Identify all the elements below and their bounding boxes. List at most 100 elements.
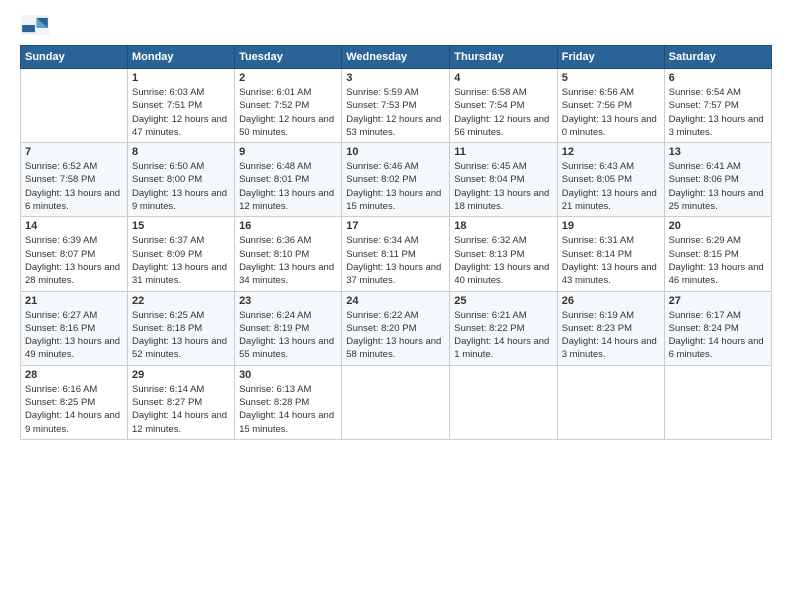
calendar-day-cell: 14Sunrise: 6:39 AMSunset: 8:07 PMDayligh… <box>21 217 128 291</box>
calendar-day-cell: 24 Sunrise: 6:22 AMSunset: 8:20 PMDayligh… <box>342 291 450 365</box>
calendar-day-cell: 1 Sunrise: 6:03 AMSunset: 7:51 PMDaylight… <box>127 69 234 143</box>
calendar-day-cell <box>664 365 771 439</box>
day-of-week-header: Friday <box>557 46 664 69</box>
day-number: 16 <box>239 220 337 232</box>
calendar-header-row: SundayMondayTuesdayWednesdayThursdayFrid… <box>21 46 772 69</box>
calendar-day-cell: 11 Sunrise: 6:45 AMSunset: 8:04 PMDayligh… <box>450 143 557 217</box>
calendar-day-cell: 26 Sunrise: 6:19 AMSunset: 8:23 PMDayligh… <box>557 291 664 365</box>
page-container: SundayMondayTuesdayWednesdayThursdayFrid… <box>0 0 792 450</box>
calendar-day-cell: 13 Sunrise: 6:41 AMSunset: 8:06 PMDayligh… <box>664 143 771 217</box>
day-info: Sunrise: 6:46 AMSunset: 8:02 PMDaylight:… <box>346 160 445 213</box>
calendar-day-cell <box>21 69 128 143</box>
day-of-week-header: Sunday <box>21 46 128 69</box>
day-info: Sunrise: 6:21 AMSunset: 8:22 PMDaylight:… <box>454 309 552 362</box>
calendar-day-cell: 5 Sunrise: 6:56 AMSunset: 7:56 PMDaylight… <box>557 69 664 143</box>
day-number: 25 <box>454 295 552 307</box>
calendar-day-cell: 27 Sunrise: 6:17 AMSunset: 8:24 PMDayligh… <box>664 291 771 365</box>
day-info: Sunrise: 5:59 AMSunset: 7:53 PMDaylight:… <box>346 86 445 139</box>
day-number: 26 <box>562 295 660 307</box>
day-number: 22 <box>132 295 230 307</box>
day-number: 2 <box>239 72 337 84</box>
calendar-day-cell: 8 Sunrise: 6:50 AMSunset: 8:00 PMDaylight… <box>127 143 234 217</box>
calendar-day-cell: 30 Sunrise: 6:13 AMSunset: 8:28 PMDayligh… <box>235 365 342 439</box>
day-number: 17 <box>346 220 445 232</box>
calendar-day-cell: 19 Sunrise: 6:31 AMSunset: 8:14 PMDayligh… <box>557 217 664 291</box>
day-number: 11 <box>454 146 552 158</box>
day-of-week-header: Thursday <box>450 46 557 69</box>
day-info: Sunrise: 6:41 AMSunset: 8:06 PMDaylight:… <box>669 160 767 213</box>
day-number: 30 <box>239 369 337 381</box>
calendar-week-row: 7 Sunrise: 6:52 AMSunset: 7:58 PMDaylight… <box>21 143 772 217</box>
calendar-day-cell: 16 Sunrise: 6:36 AMSunset: 8:10 PMDayligh… <box>235 217 342 291</box>
day-info: Sunrise: 6:45 AMSunset: 8:04 PMDaylight:… <box>454 160 552 213</box>
day-info: Sunrise: 6:13 AMSunset: 8:28 PMDaylight:… <box>239 383 337 436</box>
day-number: 20 <box>669 220 767 232</box>
day-info: Sunrise: 6:03 AMSunset: 7:51 PMDaylight:… <box>132 86 230 139</box>
calendar-week-row: 21 Sunrise: 6:27 AMSunset: 8:16 PMDayligh… <box>21 291 772 365</box>
calendar-day-cell: 10 Sunrise: 6:46 AMSunset: 8:02 PMDayligh… <box>342 143 450 217</box>
day-info: Sunrise: 6:25 AMSunset: 8:18 PMDaylight:… <box>132 309 230 362</box>
day-info: Sunrise: 6:24 AMSunset: 8:19 PMDaylight:… <box>239 309 337 362</box>
calendar-day-cell: 3 Sunrise: 5:59 AMSunset: 7:53 PMDaylight… <box>342 69 450 143</box>
day-of-week-header: Wednesday <box>342 46 450 69</box>
calendar-day-cell: 20Sunrise: 6:29 AMSunset: 8:15 PMDayligh… <box>664 217 771 291</box>
day-number: 8 <box>132 146 230 158</box>
day-info: Sunrise: 6:17 AMSunset: 8:24 PMDaylight:… <box>669 309 767 362</box>
day-number: 3 <box>346 72 445 84</box>
calendar-day-cell <box>342 365 450 439</box>
calendar-week-row: 1 Sunrise: 6:03 AMSunset: 7:51 PMDaylight… <box>21 69 772 143</box>
calendar-day-cell: 9 Sunrise: 6:48 AMSunset: 8:01 PMDaylight… <box>235 143 342 217</box>
calendar-day-cell <box>557 365 664 439</box>
day-number: 28 <box>25 369 123 381</box>
day-number: 12 <box>562 146 660 158</box>
day-info: Sunrise: 6:52 AMSunset: 7:58 PMDaylight:… <box>25 160 123 213</box>
calendar-day-cell <box>450 365 557 439</box>
day-number: 18 <box>454 220 552 232</box>
day-number: 27 <box>669 295 767 307</box>
day-info: Sunrise: 6:50 AMSunset: 8:00 PMDaylight:… <box>132 160 230 213</box>
day-info: Sunrise: 6:56 AMSunset: 7:56 PMDaylight:… <box>562 86 660 139</box>
calendar-day-cell: 21 Sunrise: 6:27 AMSunset: 8:16 PMDayligh… <box>21 291 128 365</box>
day-number: 21 <box>25 295 123 307</box>
day-of-week-header: Monday <box>127 46 234 69</box>
day-number: 10 <box>346 146 445 158</box>
calendar-week-row: 14Sunrise: 6:39 AMSunset: 8:07 PMDayligh… <box>21 217 772 291</box>
calendar-day-cell: 2Sunrise: 6:01 AMSunset: 7:52 PMDaylight… <box>235 69 342 143</box>
calendar-day-cell: 4 Sunrise: 6:58 AMSunset: 7:54 PMDaylight… <box>450 69 557 143</box>
day-info: Sunrise: 6:27 AMSunset: 8:16 PMDaylight:… <box>25 309 123 362</box>
calendar-day-cell: 15Sunrise: 6:37 AMSunset: 8:09 PMDayligh… <box>127 217 234 291</box>
day-number: 19 <box>562 220 660 232</box>
day-info: Sunrise: 6:54 AMSunset: 7:57 PMDaylight:… <box>669 86 767 139</box>
day-info: Sunrise: 6:36 AMSunset: 8:10 PMDaylight:… <box>239 234 337 287</box>
day-info: Sunrise: 6:22 AMSunset: 8:20 PMDaylight:… <box>346 309 445 362</box>
day-info: Sunrise: 6:14 AMSunset: 8:27 PMDaylight:… <box>132 383 230 436</box>
day-of-week-header: Saturday <box>664 46 771 69</box>
day-info: Sunrise: 6:31 AMSunset: 8:14 PMDaylight:… <box>562 234 660 287</box>
logo <box>20 15 54 35</box>
day-info: Sunrise: 6:58 AMSunset: 7:54 PMDaylight:… <box>454 86 552 139</box>
day-number: 24 <box>346 295 445 307</box>
page-header <box>20 15 772 35</box>
day-number: 6 <box>669 72 767 84</box>
calendar-day-cell: 12 Sunrise: 6:43 AMSunset: 8:05 PMDayligh… <box>557 143 664 217</box>
day-info: Sunrise: 6:32 AMSunset: 8:13 PMDaylight:… <box>454 234 552 287</box>
day-number: 23 <box>239 295 337 307</box>
day-number: 5 <box>562 72 660 84</box>
calendar-day-cell: 18 Sunrise: 6:32 AMSunset: 8:13 PMDayligh… <box>450 217 557 291</box>
day-number: 1 <box>132 72 230 84</box>
day-info: Sunrise: 6:48 AMSunset: 8:01 PMDaylight:… <box>239 160 337 213</box>
calendar-day-cell: 28 Sunrise: 6:16 AMSunset: 8:25 PMDayligh… <box>21 365 128 439</box>
calendar-day-cell: 25 Sunrise: 6:21 AMSunset: 8:22 PMDayligh… <box>450 291 557 365</box>
calendar-day-cell: 22 Sunrise: 6:25 AMSunset: 8:18 PMDayligh… <box>127 291 234 365</box>
day-info: Sunrise: 6:43 AMSunset: 8:05 PMDaylight:… <box>562 160 660 213</box>
day-number: 13 <box>669 146 767 158</box>
day-number: 29 <box>132 369 230 381</box>
calendar-day-cell: 23 Sunrise: 6:24 AMSunset: 8:19 PMDayligh… <box>235 291 342 365</box>
calendar-day-cell: 17Sunrise: 6:34 AMSunset: 8:11 PMDayligh… <box>342 217 450 291</box>
day-number: 7 <box>25 146 123 158</box>
day-info: Sunrise: 6:16 AMSunset: 8:25 PMDaylight:… <box>25 383 123 436</box>
day-number: 9 <box>239 146 337 158</box>
logo-icon <box>20 15 50 35</box>
day-number: 4 <box>454 72 552 84</box>
day-info: Sunrise: 6:19 AMSunset: 8:23 PMDaylight:… <box>562 309 660 362</box>
